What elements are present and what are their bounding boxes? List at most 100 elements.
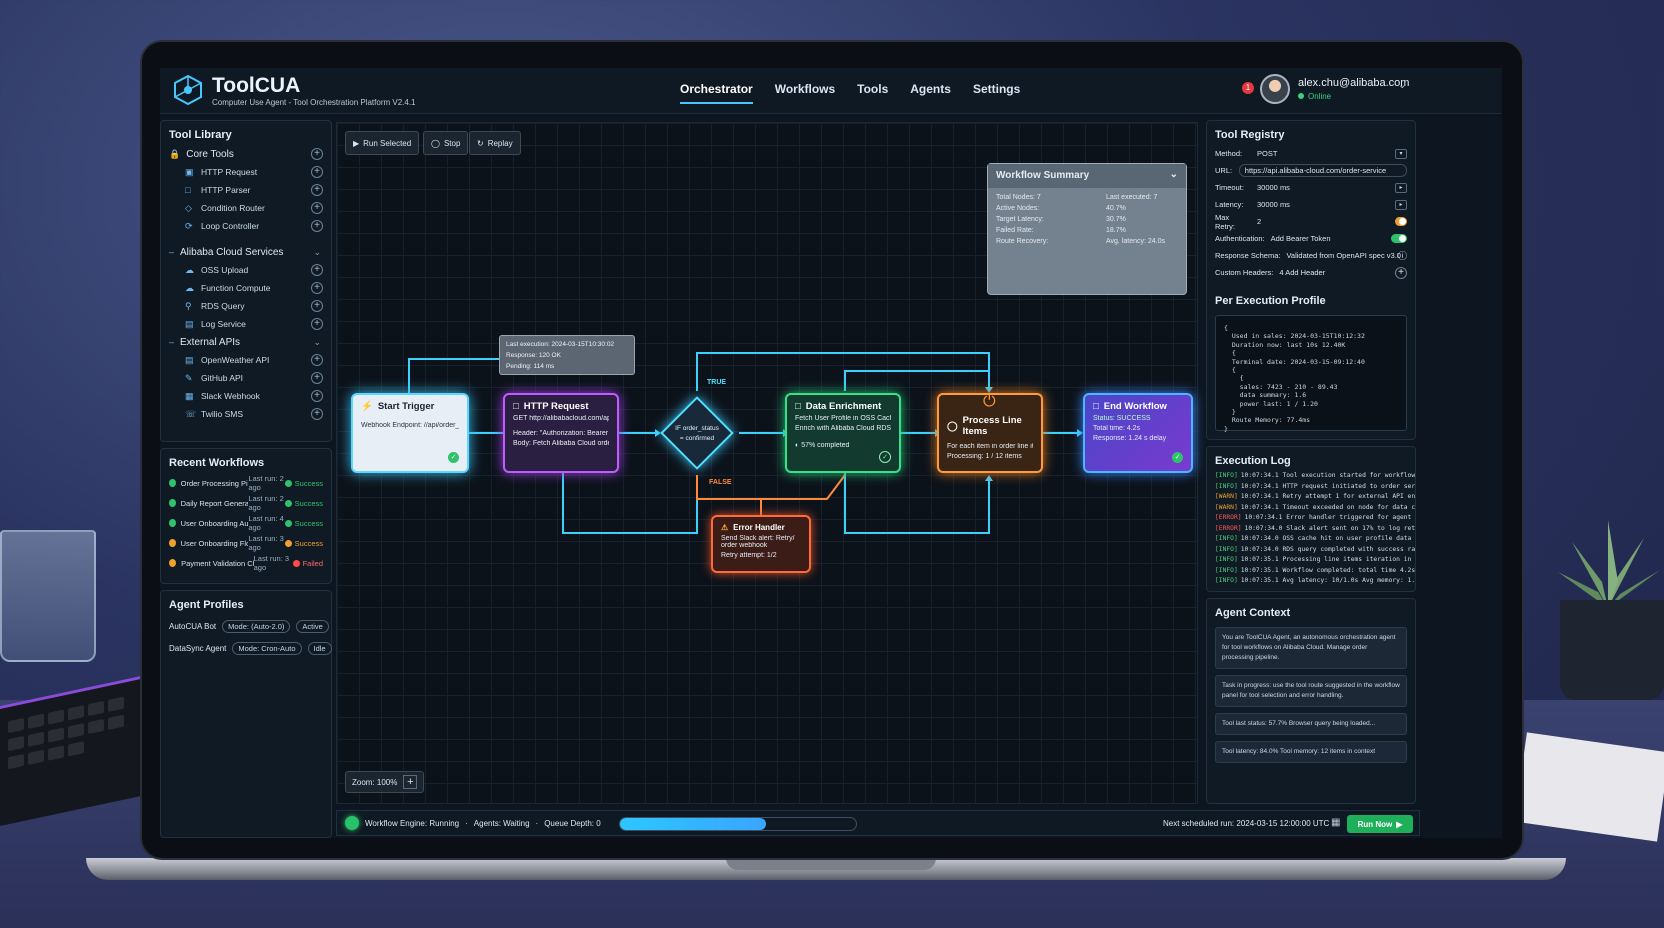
stepper-icon[interactable]: ▸ xyxy=(1395,199,1407,210)
zoom-in-button[interactable]: + xyxy=(403,775,418,789)
node-data-enrichment[interactable]: □ Data Enrichment Fetch User Profile in O… xyxy=(785,393,901,473)
status-badge: Success xyxy=(284,519,323,528)
plus-icon[interactable]: + xyxy=(311,148,323,160)
plus-icon[interactable]: + xyxy=(311,390,323,402)
tool-item-http-parser[interactable]: □ HTTP Parser + xyxy=(161,181,331,199)
tool-item-log-service[interactable]: ▤ Log Service + xyxy=(161,315,331,333)
summary-key: Active Nodes: xyxy=(996,205,1040,212)
agent-state: Idle xyxy=(307,641,332,655)
plus-icon[interactable]: + xyxy=(311,166,323,178)
node-progress: ◐ 57% completed xyxy=(795,442,891,449)
tool-group-label: Core Tools xyxy=(186,148,234,160)
list-item[interactable]: User Onboarding Flow Last run: 3 ago Succe… xyxy=(161,533,331,553)
nav-agents[interactable]: Agents xyxy=(910,82,951,104)
node-start-trigger[interactable]: ⚡ Start Trigger Webhook Endpoint: //api/o… xyxy=(351,393,469,473)
node-detail: Processing: 1 / 12 items xyxy=(947,453,1022,460)
retry-toggle[interactable] xyxy=(1395,217,1407,226)
notification-badge[interactable]: 1 xyxy=(1242,82,1254,94)
tool-item-github[interactable]: ✎ GitHub API + xyxy=(161,369,331,387)
tool-item-oss-upload[interactable]: ☁ OSS Upload + xyxy=(161,261,331,279)
nav-orchestrator[interactable]: Orchestrator xyxy=(680,82,753,104)
url-field[interactable]: https://api.alibaba-cloud.com/order-serv… xyxy=(1238,164,1407,177)
tooltip-line: Pending: 114 ms xyxy=(506,363,555,370)
node-end-workflow[interactable]: □ End Workflow Status: SUCCESS Total time… xyxy=(1083,393,1193,473)
prop-latency[interactable]: Latency: 30000 ms ▸ xyxy=(1207,196,1415,213)
app-subtitle: Computer Use Agent - Tool Orchestration … xyxy=(212,98,416,107)
workflow-name: User Onboarding Flow xyxy=(180,538,249,548)
plus-icon[interactable]: + xyxy=(311,202,323,214)
plus-icon[interactable]: + xyxy=(1395,266,1407,279)
hash-icon: ▦ xyxy=(185,390,194,401)
workflow-summary-header[interactable]: Workflow Summary ⌄ xyxy=(988,164,1186,188)
node-title-text: HTTP Request xyxy=(523,401,589,412)
tool-item-condition-router[interactable]: ◇ Condition Router + xyxy=(161,199,331,217)
prop-response-schema[interactable]: Response Schema: Validated from OpenAPI s… xyxy=(1207,247,1415,264)
list-item[interactable]: Order Processing PipelineLast run: 2 ago… xyxy=(161,473,331,493)
auth-toggle[interactable] xyxy=(1391,234,1407,243)
agent-row[interactable]: DataSync Agent Mode: Cron-Auto Idle xyxy=(161,637,332,659)
plus-icon[interactable]: + xyxy=(311,354,323,366)
node-detail: Webhook Endpoint: //api/order_received xyxy=(361,422,459,429)
context-block: Task in progress: use the tool route sug… xyxy=(1215,675,1407,707)
plus-icon[interactable]: + xyxy=(311,408,323,420)
plus-icon[interactable]: + xyxy=(311,264,323,276)
tool-item-label: HTTP Request xyxy=(201,167,258,177)
plus-icon[interactable]: + xyxy=(311,282,323,294)
status-text: Failed xyxy=(302,558,323,568)
tool-item-http-request[interactable]: ▣ HTTP Request + xyxy=(161,163,331,181)
calendar-icon[interactable]: ▦ xyxy=(1331,817,1340,828)
nav-settings[interactable]: Settings xyxy=(973,82,1020,104)
tool-item-label: Log Service xyxy=(201,319,246,329)
list-item[interactable]: User Onboarding AutomationLast run: 4 ag… xyxy=(161,513,331,533)
plus-icon[interactable]: + xyxy=(311,220,323,232)
nav-workflows[interactable]: Workflows xyxy=(775,82,835,104)
list-item[interactable]: Payment Validation CheckLast run: 3 ago F… xyxy=(161,553,331,573)
tool-item-twilio[interactable]: ☏ Twilio SMS + xyxy=(161,405,331,423)
nav-tools[interactable]: Tools xyxy=(857,82,888,104)
workflow-canvas[interactable]: ▶ Run Selected ◯ Stop ↻ Replay Last exec… xyxy=(336,122,1198,804)
chevron-down-icon[interactable]: ⌄ xyxy=(1170,169,1178,180)
tool-item-rds-query[interactable]: ⚲ RDS Query + xyxy=(161,297,331,315)
plus-icon[interactable]: + xyxy=(311,318,323,330)
log-level: [INFO] xyxy=(1215,556,1238,563)
tool-item-loop-controller[interactable]: ⟳ Loop Controller + xyxy=(161,217,331,235)
node-title: ◯ Process Line Items xyxy=(947,415,1033,437)
tool-group-alibaba-cloud[interactable]: – Alibaba Cloud Services ⌄ xyxy=(161,243,331,261)
agent-row[interactable]: AutoCUA Bot Mode: (Auto-2.0) Active xyxy=(161,615,331,637)
chevron-down-icon[interactable]: ⌄ xyxy=(313,337,321,348)
tool-group-core[interactable]: 🔒 Core Tools + xyxy=(161,145,331,163)
chevron-down-icon[interactable]: ⌄ xyxy=(1398,80,1406,91)
prop-max-retry[interactable]: Max Retry: 2 xyxy=(1207,213,1415,231)
code-line: sales: 7423 - 210 - 89.43 xyxy=(1224,382,1338,391)
info-icon[interactable]: ⓘ xyxy=(1398,249,1407,262)
top-bar: ToolCUA Computer Use Agent - Tool Orches… xyxy=(160,68,1502,114)
stepper-icon[interactable]: ▸ xyxy=(1395,182,1407,193)
plus-icon[interactable]: + xyxy=(311,184,323,196)
node-http-request[interactable]: □ HTTP Request GET http://alibabacloud.co… xyxy=(503,393,619,473)
tool-item-function-compute[interactable]: ☁ Function Compute + xyxy=(161,279,331,297)
plus-icon[interactable]: + xyxy=(311,372,323,384)
prop-key: Method: xyxy=(1215,149,1243,158)
tool-group-external-apis[interactable]: – External APIs ⌄ xyxy=(161,333,331,351)
prop-key: Custom Headers: xyxy=(1215,268,1274,277)
run-now-button[interactable]: Run Now ▶ xyxy=(1347,815,1413,833)
node-error-handler[interactable]: ⚠ Error Handler Send Slack alert: Retry/ … xyxy=(711,515,811,573)
prop-custom-headers[interactable]: Custom Headers: 4 Add Header + xyxy=(1207,264,1415,281)
node-process-line-items[interactable]: ⏻ ◯ Process Line Items For each item in o… xyxy=(937,393,1043,473)
code-line: { xyxy=(1224,366,1236,375)
tool-item-slack[interactable]: ▦ Slack Webhook + xyxy=(161,387,331,405)
list-item[interactable]: Daily Report GeneratorLast run: 2 ago Suc… xyxy=(161,493,331,513)
avatar[interactable] xyxy=(1260,74,1290,104)
prop-method[interactable]: Method: POST ▾ xyxy=(1207,145,1415,162)
plus-icon[interactable]: + xyxy=(311,300,323,312)
dropdown-icon[interactable]: ▾ xyxy=(1395,148,1407,159)
node-condition[interactable]: IF order_status = confirmed xyxy=(660,396,734,470)
prop-timeout[interactable]: Timeout: 30000 ms ▸ xyxy=(1207,179,1415,196)
tool-item-openweather[interactable]: ▤ OpenWeather API + xyxy=(161,351,331,369)
node-title-text: Error Handler xyxy=(733,523,785,532)
node-title: ⚠ Error Handler xyxy=(721,523,801,532)
prop-auth[interactable]: Authentication: Add Bearer Token xyxy=(1207,230,1415,247)
play-icon: ▶ xyxy=(1396,819,1403,829)
prop-url[interactable]: URL: https://api.alibaba-cloud.com/order-… xyxy=(1207,162,1415,179)
chevron-down-icon[interactable]: ⌄ xyxy=(313,247,321,258)
